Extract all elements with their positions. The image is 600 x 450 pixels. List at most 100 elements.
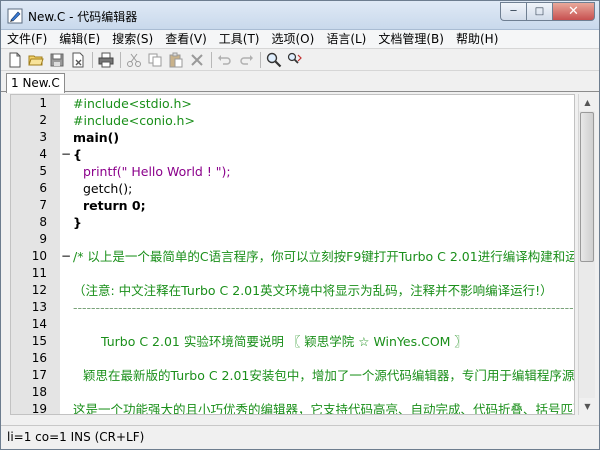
replace-button[interactable]: [285, 50, 305, 70]
code-line[interactable]: 11: [11, 265, 574, 282]
menu-help[interactable]: 帮助(H): [450, 30, 504, 49]
menu-options[interactable]: 选项(O): [266, 30, 321, 49]
status-cursor-info: li=1 co=1 INS (CR+LF): [7, 430, 145, 444]
code-line[interactable]: 14: [11, 316, 574, 333]
menu-documents[interactable]: 文档管理(B): [372, 30, 450, 49]
code-line[interactable]: 7 return 0;: [11, 197, 574, 214]
code-line[interactable]: 4−{: [11, 146, 574, 163]
redo-button[interactable]: [236, 50, 256, 70]
menu-search[interactable]: 搜索(S): [106, 30, 159, 49]
line-number: 16: [31, 351, 47, 365]
undo-icon: [218, 54, 231, 65]
line-number: 10: [31, 249, 47, 263]
code-text: {: [73, 147, 82, 162]
delete-icon: [191, 53, 203, 66]
code-text: main(): [73, 130, 120, 145]
code-text: #include<stdio.h>: [73, 96, 192, 111]
window-controls: ─ □ ✕: [500, 2, 595, 21]
line-number: 1: [39, 96, 47, 110]
line-number: 6: [39, 181, 47, 195]
tab-new-c[interactable]: 1 New.C: [6, 73, 65, 93]
code-text: 颖思在最新版的Turbo C 2.01安装包中，增加了一个源代码编辑器，专门用于…: [83, 368, 575, 383]
toolbar-separator: [211, 51, 212, 68]
code-line[interactable]: 13 --------------------------------------…: [11, 299, 575, 316]
line-number: 14: [31, 317, 47, 331]
fold-toggle-icon[interactable]: −: [61, 248, 71, 265]
paste-button[interactable]: [166, 50, 186, 70]
scroll-up-arrow-icon[interactable]: ▲: [579, 94, 596, 111]
code-line[interactable]: 16: [11, 350, 574, 367]
title-bar[interactable]: New.C - 代码编辑器 ─ □ ✕: [1, 1, 599, 30]
menu-language[interactable]: 语言(L): [320, 30, 372, 49]
scrollbar-thumb[interactable]: [580, 112, 594, 262]
tab-strip: 1 New.C: [1, 71, 599, 93]
close-button[interactable]: ✕: [552, 2, 595, 21]
window-title: New.C - 代码编辑器: [28, 10, 138, 24]
vertical-scrollbar[interactable]: ▲ ▼: [578, 94, 596, 415]
find-icon: [266, 52, 282, 67]
save-button[interactable]: [47, 50, 67, 70]
line-number: 2: [39, 113, 47, 127]
line-number: 11: [31, 266, 47, 280]
code-text: Turbo C 2.01 实验环境简要说明 〖 颖思学院 ☆ WinYes.CO…: [101, 334, 467, 349]
close-file-button[interactable]: [68, 50, 88, 70]
toolbar-separator: [260, 51, 261, 68]
code-text: getch();: [83, 181, 133, 196]
code-line[interactable]: 17 颖思在最新版的Turbo C 2.01安装包中，增加了一个源代码编辑器，专门…: [11, 367, 575, 384]
code-text: #include<conio.h>: [73, 113, 195, 128]
code-line[interactable]: 18: [11, 384, 574, 401]
code-text: printf(" Hello World ! ");: [83, 164, 231, 179]
menu-tools[interactable]: 工具(T): [213, 30, 266, 49]
new-file-button[interactable]: [5, 50, 25, 70]
line-number: 5: [39, 164, 47, 178]
menu-bar: 文件(F) 编辑(E) 搜索(S) 查看(V) 工具(T) 选项(O) 语言(L…: [1, 30, 599, 49]
line-number: 15: [31, 334, 47, 348]
toolbar-separator: [120, 51, 121, 68]
code-text: （注意: 中文注释在Turbo C 2.01英文环境中将显示为乱码，注释并不影响…: [73, 283, 553, 298]
line-number: 9: [39, 232, 47, 246]
code-line[interactable]: 10−/* 以上是一个最简单的C语言程序，你可以立刻按F9键打开Turbo C …: [11, 248, 575, 265]
status-bar: li=1 co=1 INS (CR+LF): [1, 425, 599, 449]
scroll-down-arrow-icon[interactable]: ▼: [579, 398, 596, 415]
code-line[interactable]: 3 main(): [11, 129, 574, 146]
line-number: 19: [31, 402, 47, 415]
delete-button[interactable]: [187, 50, 207, 70]
menu-file[interactable]: 文件(F): [1, 30, 53, 49]
replace-icon: [287, 52, 302, 64]
code-line[interactable]: 5 printf(" Hello World ! ");: [11, 163, 574, 180]
copy-button[interactable]: [145, 50, 165, 70]
code-editor[interactable]: 1 #include<stdio.h> 2 #include<conio.h> 3 mai…: [10, 94, 575, 415]
code-line[interactable]: 8}: [11, 214, 574, 231]
toolbar: [1, 49, 599, 71]
print-button[interactable]: [96, 50, 116, 70]
open-file-button[interactable]: [26, 50, 46, 70]
minimize-button[interactable]: ─: [500, 2, 526, 21]
code-line[interactable]: 19 这是一个功能强大的且小巧优秀的编辑器，它支持代码高亮、自动完成、代码折叠、括…: [11, 401, 574, 415]
code-line[interactable]: 15 Turbo C 2.01 实验环境简要说明 〖 颖思学院 ☆ WinYes.…: [11, 333, 574, 350]
find-button[interactable]: [264, 50, 284, 70]
code-line[interactable]: 12 （注意: 中文注释在Turbo C 2.01英文环境中将显示为乱码，注释并不…: [11, 282, 574, 299]
paste-icon: [169, 52, 183, 67]
fold-toggle-icon[interactable]: −: [61, 146, 71, 163]
cut-icon: [127, 53, 141, 67]
code-line[interactable]: 2 #include<conio.h>: [11, 112, 574, 129]
line-number: 13: [31, 300, 47, 314]
code-text: ----------------------------------------…: [73, 300, 575, 315]
maximize-button[interactable]: □: [526, 2, 552, 21]
code-line[interactable]: 9: [11, 231, 574, 248]
code-text: /* 以上是一个最简单的C语言程序，你可以立刻按F9键打开Turbo C 2.0…: [73, 249, 575, 264]
menu-view[interactable]: 查看(V): [159, 30, 213, 49]
copy-icon: [148, 53, 162, 66]
code-line[interactable]: 1 #include<stdio.h>: [11, 95, 574, 112]
cut-button[interactable]: [124, 50, 144, 70]
line-number: 18: [31, 385, 47, 399]
undo-button[interactable]: [215, 50, 235, 70]
menu-edit[interactable]: 编辑(E): [53, 30, 106, 49]
save-icon: [50, 53, 64, 66]
toolbar-separator: [92, 51, 93, 68]
code-line[interactable]: 6 getch();: [11, 180, 574, 197]
app-pen-icon: [7, 8, 23, 24]
line-number: 3: [39, 130, 47, 144]
line-number: 4: [39, 147, 47, 161]
line-number: 12: [31, 283, 47, 297]
